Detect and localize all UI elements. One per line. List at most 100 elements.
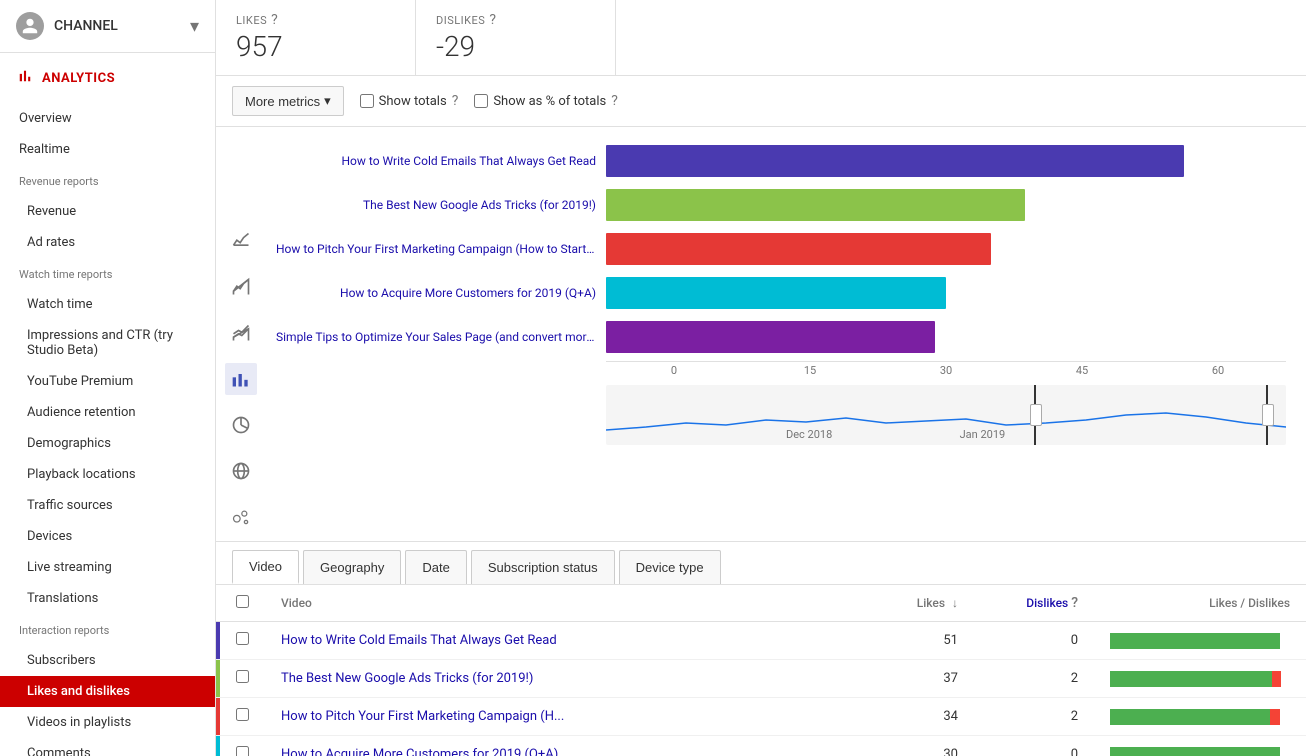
line-chart-icon[interactable] — [225, 225, 257, 257]
bar-fill — [606, 277, 946, 309]
sidebar-item-videos-playlists[interactable]: Videos in playlists — [0, 707, 215, 738]
video-link[interactable]: The Best New Google Ads Tricks (for 2019… — [281, 671, 533, 686]
dropdown-arrow-icon: ▾ — [324, 93, 331, 109]
tab-date[interactable]: Date — [405, 550, 466, 584]
likes-portion — [1110, 747, 1280, 756]
bar-axis: 015304560 — [606, 361, 1286, 381]
row-checkbox[interactable] — [236, 670, 249, 683]
sidebar-item-playback-locations[interactable]: Playback locations — [0, 459, 215, 490]
sidebar-item-watch-time[interactable]: Watch time — [0, 289, 215, 320]
bar-row: How to Write Cold Emails That Always Get… — [276, 145, 1286, 177]
likes-portion — [1110, 709, 1270, 725]
timeline-right-label: Jan 2019 — [960, 428, 1006, 441]
chart-type-icons — [216, 135, 266, 533]
bar-label[interactable]: How to Write Cold Emails That Always Get… — [276, 154, 596, 168]
video-link[interactable]: How to Acquire More Customers for 2019 (… — [281, 747, 558, 756]
tab-video[interactable]: Video — [232, 550, 299, 584]
timeline-handle-left[interactable] — [1034, 385, 1036, 445]
bar-label[interactable]: The Best New Google Ads Tricks (for 2019… — [276, 198, 596, 212]
show-totals-checkbox-label[interactable]: Show totals ? — [360, 93, 459, 109]
tab-device-type[interactable]: Device type — [619, 550, 721, 584]
sidebar-item-ad-rates[interactable]: Ad rates — [0, 227, 215, 258]
tab-geography[interactable]: Geography — [303, 550, 401, 584]
sidebar-item-audience-retention[interactable]: Audience retention — [0, 397, 215, 428]
row-likes: 37 — [874, 660, 974, 698]
sidebar-item-devices[interactable]: Devices — [0, 521, 215, 552]
select-all-checkbox[interactable] — [236, 595, 249, 608]
bubble-chart-icon[interactable] — [225, 501, 257, 533]
bar-label[interactable]: How to Pitch Your First Marketing Campai… — [276, 242, 596, 256]
show-totals-checkbox[interactable] — [360, 94, 374, 108]
row-check[interactable] — [220, 622, 265, 660]
geo-chart-icon[interactable] — [225, 455, 257, 487]
sidebar-item-live-streaming[interactable]: Live streaming — [0, 552, 215, 583]
row-dislikes: 2 — [974, 698, 1094, 736]
row-check[interactable] — [220, 698, 265, 736]
show-pct-checkbox-label[interactable]: Show as % of totals ? — [474, 93, 618, 109]
sidebar-item-likes-dislikes[interactable]: Likes and dislikes — [0, 676, 215, 707]
sidebar-item-demographics[interactable]: Demographics — [0, 428, 215, 459]
dislikes-col-help-icon[interactable]: ? — [1071, 595, 1078, 611]
row-video: How to Write Cold Emails That Always Get… — [265, 622, 874, 660]
sidebar-section-interaction: Interaction reports — [0, 614, 215, 645]
table-area: Video Likes ↓ Dislikes ? Likes / Dislike… — [216, 585, 1306, 756]
bar-track — [606, 233, 1286, 265]
row-dislikes: 0 — [974, 736, 1094, 756]
table-row: The Best New Google Ads Tricks (for 2019… — [216, 660, 1306, 698]
ratio-bar — [1110, 633, 1290, 649]
likes-value: 957 — [236, 30, 395, 63]
th-likes[interactable]: Likes ↓ — [874, 585, 974, 622]
bar-row: How to Pitch Your First Marketing Campai… — [276, 233, 1286, 265]
timeline-left-label: Dec 2018 — [786, 428, 832, 441]
dislikes-help-icon[interactable]: ? — [489, 12, 496, 28]
show-totals-help-icon[interactable]: ? — [452, 93, 459, 109]
row-checkbox[interactable] — [236, 708, 249, 721]
row-ratio — [1094, 736, 1306, 756]
show-pct-help-icon[interactable]: ? — [611, 93, 618, 109]
sidebar-item-impressions-ctr[interactable]: Impressions and CTR (try Studio Beta) — [0, 320, 215, 366]
axis-label: 0 — [606, 364, 742, 377]
sidebar-item-traffic-sources[interactable]: Traffic sources — [0, 490, 215, 521]
sidebar-item-youtube-premium[interactable]: YouTube Premium — [0, 366, 215, 397]
axis-label: 15 — [742, 364, 878, 377]
mini-timeline[interactable]: Dec 2018 Jan 2019 — [606, 385, 1286, 445]
stacked-area-icon[interactable] — [225, 317, 257, 349]
sidebar-item-realtime[interactable]: Realtime — [0, 134, 215, 165]
row-checkbox[interactable] — [236, 632, 249, 645]
bar-track — [606, 321, 1286, 353]
video-link[interactable]: How to Write Cold Emails That Always Get… — [281, 633, 557, 648]
channel-name: CHANNEL — [54, 18, 190, 34]
dislikes-stat-box: DISLIKES ? -29 — [416, 0, 616, 75]
bar-label[interactable]: Simple Tips to Optimize Your Sales Page … — [276, 330, 596, 344]
sidebar-item-overview[interactable]: Overview — [0, 103, 215, 134]
show-pct-checkbox[interactable] — [474, 94, 488, 108]
bar-chart-icon[interactable] — [225, 363, 257, 395]
row-checkbox[interactable] — [236, 746, 249, 756]
likes-help-icon[interactable]: ? — [271, 12, 278, 28]
timeline-handle-right[interactable] — [1266, 385, 1268, 445]
sidebar-item-comments[interactable]: Comments — [0, 738, 215, 756]
bar-label[interactable]: How to Acquire More Customers for 2019 (… — [276, 286, 596, 300]
row-likes: 30 — [874, 736, 974, 756]
tab-subscription-status[interactable]: Subscription status — [471, 550, 615, 584]
sort-down-icon: ↓ — [952, 596, 958, 610]
toolbar: More metrics ▾ Show totals ? Show as % o… — [216, 76, 1306, 127]
video-link[interactable]: How to Pitch Your First Marketing Campai… — [281, 709, 564, 724]
pie-chart-icon[interactable] — [225, 409, 257, 441]
dislikes-label: DISLIKES ? — [436, 12, 595, 28]
row-video: How to Pitch Your First Marketing Campai… — [265, 698, 874, 736]
bar-track — [606, 189, 1286, 221]
more-metrics-button[interactable]: More metrics ▾ — [232, 86, 344, 116]
row-dislikes: 2 — [974, 660, 1094, 698]
stats-bar: LIKES ? 957 DISLIKES ? -29 — [216, 0, 1306, 76]
th-check — [220, 585, 265, 622]
sidebar-item-subscribers[interactable]: Subscribers — [0, 645, 215, 676]
area-chart-icon[interactable] — [225, 271, 257, 303]
bar-row: The Best New Google Ads Tricks (for 2019… — [276, 189, 1286, 221]
row-check[interactable] — [220, 736, 265, 756]
sidebar-item-revenue[interactable]: Revenue — [0, 196, 215, 227]
channel-header[interactable]: CHANNEL ▾ — [0, 0, 215, 53]
chevron-down-icon: ▾ — [190, 16, 199, 37]
sidebar-item-translations[interactable]: Translations — [0, 583, 215, 614]
row-check[interactable] — [220, 660, 265, 698]
